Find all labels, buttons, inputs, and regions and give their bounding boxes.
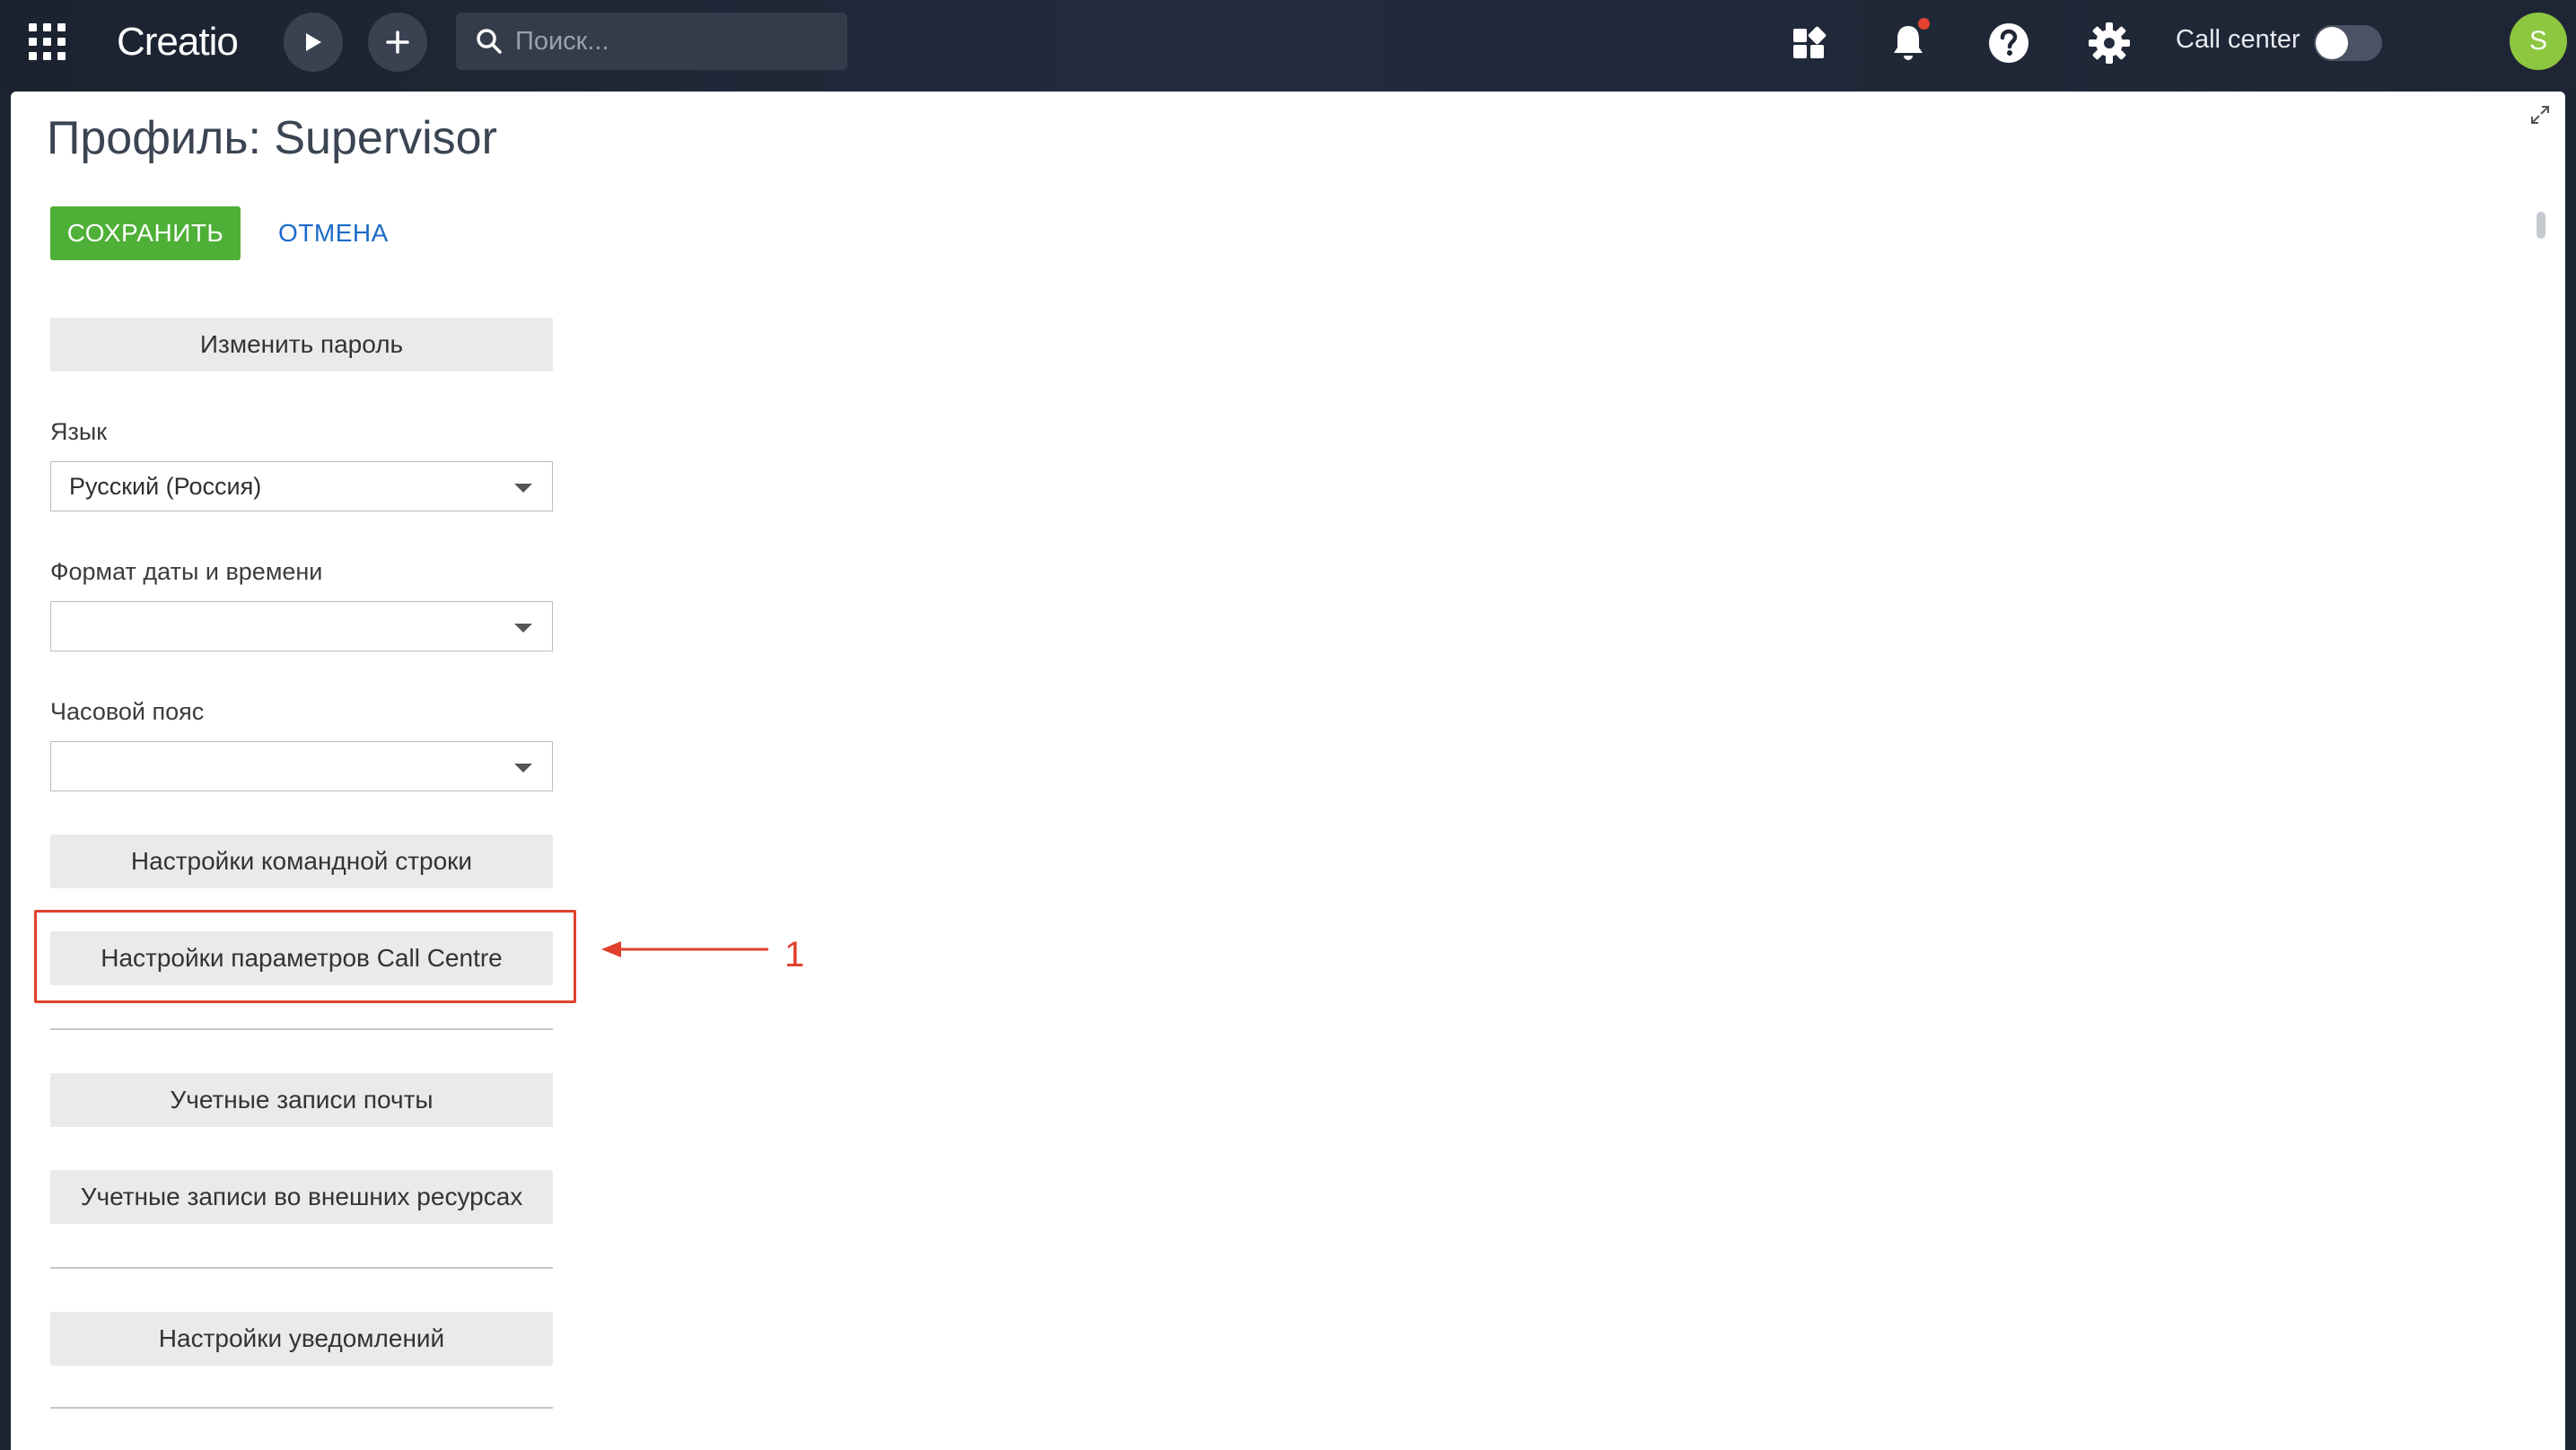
play-icon — [306, 33, 321, 51]
annotation-number: 1 — [784, 935, 805, 974]
change-password-button[interactable]: Изменить пароль — [50, 318, 553, 371]
toggle-knob — [2316, 27, 2348, 59]
annotation-arrow-icon — [601, 941, 768, 957]
widgets-icon — [1793, 26, 1827, 58]
search-icon — [477, 29, 502, 54]
timezone-select[interactable] — [50, 741, 553, 791]
help-button[interactable] — [1984, 18, 2034, 68]
cancel-button[interactable]: ОТМЕНА — [273, 206, 394, 260]
external-accounts-button[interactable]: Учетные записи во внешних ресурсах — [50, 1170, 553, 1224]
language-label: Язык — [50, 418, 108, 445]
search-input[interactable] — [513, 25, 840, 57]
divider — [50, 1407, 553, 1409]
divider — [50, 1267, 553, 1269]
datetime-format-label: Формат даты и времени — [50, 558, 323, 585]
top-bar: Creatio Поиск... Call center S — [0, 0, 2576, 92]
datetime-format-select[interactable] — [50, 601, 553, 651]
timezone-label: Часовой пояс — [50, 698, 205, 725]
call-centre-settings-button[interactable]: Настройки параметров Call Centre — [50, 931, 553, 985]
widgets-button[interactable] — [1784, 18, 1835, 68]
chevron-down-icon — [514, 484, 532, 493]
call-center-label: Call center — [2176, 25, 2300, 54]
page-title: Профиль: Supervisor — [47, 112, 497, 164]
scrollbar-thumb[interactable] — [2537, 212, 2545, 239]
bell-icon — [1894, 26, 1923, 60]
language-value: Русский (Россия) — [69, 473, 262, 500]
notification-badge — [1918, 18, 1930, 30]
notification-settings-button[interactable]: Настройки уведомлений — [50, 1312, 553, 1366]
command-line-settings-button[interactable]: Настройки командной строки — [50, 834, 553, 888]
app-menu-icon[interactable] — [29, 23, 66, 61]
run-process-button[interactable] — [284, 13, 343, 72]
add-button[interactable] — [368, 13, 427, 72]
plus-icon — [386, 31, 409, 54]
divider — [50, 1028, 553, 1030]
search-box[interactable] — [456, 13, 847, 70]
settings-button[interactable] — [2084, 18, 2134, 68]
chevron-down-icon — [514, 764, 532, 773]
gear-icon — [2089, 22, 2130, 64]
expand-icon[interactable] — [2529, 104, 2551, 126]
language-select[interactable]: Русский (Россия) — [50, 461, 553, 511]
save-button[interactable]: СОХРАНИТЬ — [50, 206, 241, 260]
profile-page: Профиль: Supervisor СОХРАНИТЬ ОТМЕНА Изм… — [11, 92, 2565, 1450]
user-avatar[interactable]: S — [2510, 13, 2567, 70]
call-center-toggle[interactable] — [2314, 25, 2382, 61]
notifications-button[interactable] — [1883, 18, 1933, 68]
help-icon — [1989, 23, 2028, 63]
email-accounts-button[interactable]: Учетные записи почты — [50, 1073, 553, 1127]
creatio-logo[interactable]: Creatio — [117, 20, 239, 65]
chevron-down-icon — [514, 624, 532, 633]
